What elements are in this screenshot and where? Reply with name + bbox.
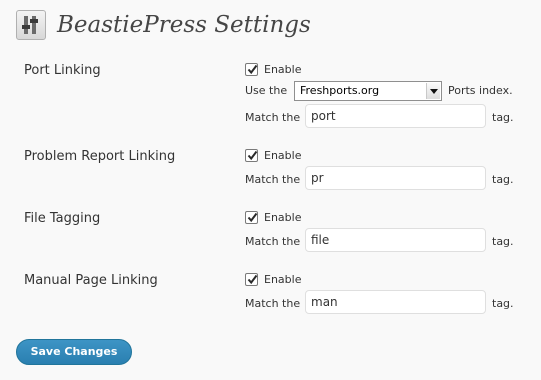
use-the-text: Use the bbox=[245, 84, 288, 97]
man-linking-enable-label: Enable bbox=[264, 273, 302, 286]
problem-report-linking-label: Problem Report Linking bbox=[24, 149, 176, 164]
file-tagging-enable-label: Enable bbox=[264, 211, 302, 224]
port-linking-enable-label: Enable bbox=[264, 63, 302, 76]
port-linking-label: Port Linking bbox=[24, 63, 101, 78]
pr-tag-input[interactable]: pr bbox=[305, 166, 486, 190]
file-tagging-label: File Tagging bbox=[24, 211, 101, 226]
man-linking-enable-row: Enable bbox=[245, 273, 301, 286]
checkmark-icon bbox=[247, 274, 258, 285]
man-linking-enable-checkbox[interactable] bbox=[245, 273, 258, 286]
file-tag-input[interactable]: file bbox=[305, 228, 486, 252]
port-linking-enable-checkbox[interactable] bbox=[245, 63, 258, 76]
pr-linking-enable-row: Enable bbox=[245, 149, 301, 162]
file-match-the-text: Match the bbox=[245, 235, 301, 248]
save-changes-button[interactable]: Save Changes bbox=[16, 339, 132, 365]
man-tag-suffix: tag. bbox=[492, 297, 514, 310]
ports-index-text: Ports index. bbox=[448, 84, 513, 97]
file-tag-suffix: tag. bbox=[492, 235, 514, 248]
checkmark-icon bbox=[247, 64, 258, 75]
pr-linking-enable-checkbox[interactable] bbox=[245, 149, 258, 162]
pr-match-the-text: Match the bbox=[245, 173, 301, 186]
man-tag-input[interactable]: man bbox=[305, 290, 486, 314]
file-tagging-enable-checkbox[interactable] bbox=[245, 211, 258, 224]
port-tag-suffix: tag. bbox=[492, 111, 514, 124]
port-match-the-text: Match the bbox=[245, 111, 301, 124]
pr-tag-suffix: tag. bbox=[492, 173, 514, 186]
port-tag-input[interactable]: port bbox=[305, 104, 486, 128]
file-tagging-enable-row: Enable bbox=[245, 211, 301, 224]
checkmark-icon bbox=[247, 212, 258, 223]
man-match-the-text: Match the bbox=[245, 297, 301, 310]
page-title: BeastiePress Settings bbox=[57, 12, 311, 38]
ports-source-select[interactable]: Freshports.org bbox=[294, 81, 442, 101]
port-linking-enable-row: Enable bbox=[245, 63, 301, 76]
page-header: BeastiePress Settings bbox=[16, 9, 311, 41]
manual-page-linking-label: Manual Page Linking bbox=[24, 273, 158, 288]
chevron-down-icon[interactable] bbox=[426, 83, 440, 99]
settings-sliders-icon bbox=[16, 10, 46, 40]
checkmark-icon bbox=[247, 150, 258, 161]
ports-source-selected-value: Freshports.org bbox=[300, 84, 380, 97]
pr-linking-enable-label: Enable bbox=[264, 149, 302, 162]
